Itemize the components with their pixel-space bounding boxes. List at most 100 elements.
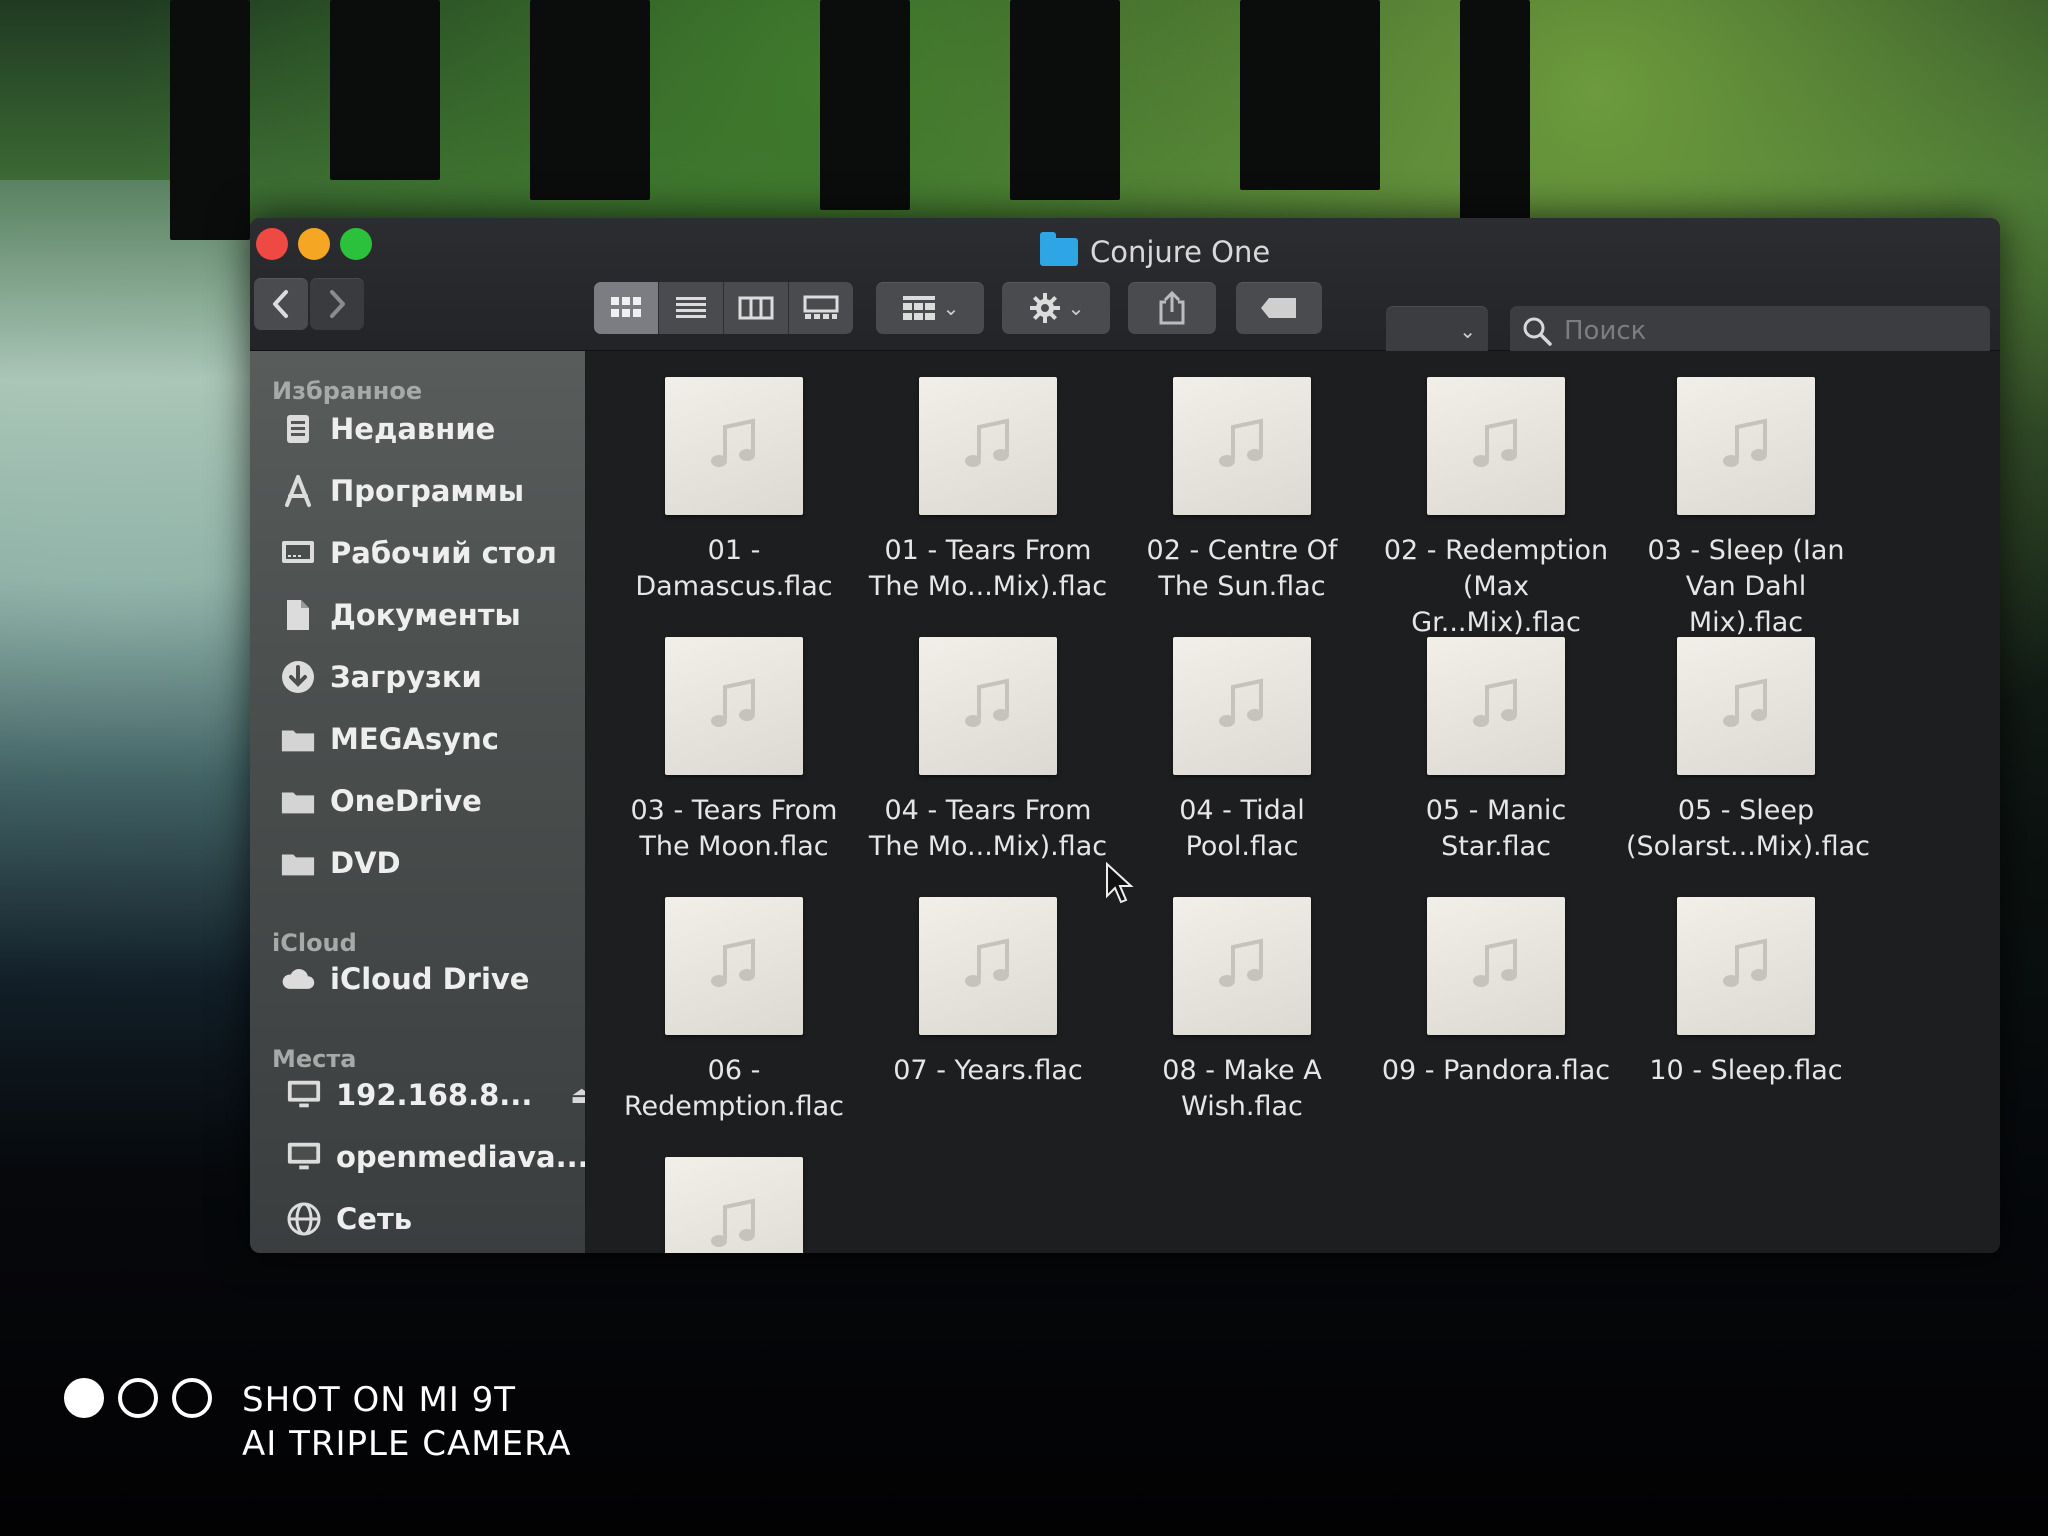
file-item[interactable]: 02 - Centre Of The Sun.flac (1122, 377, 1362, 605)
file-name: 03 - Tears From The Moon.flac (630, 795, 838, 862)
list-icon (676, 297, 706, 318)
audio-file-thumbnail (1427, 637, 1565, 775)
audio-file-thumbnail (1427, 897, 1565, 1035)
sidebar-item-label: DVD (330, 846, 401, 880)
icon-view-button[interactable] (594, 282, 659, 334)
sidebar-item-label: MEGAsync (330, 722, 499, 756)
sidebar-item-label: Недавние (330, 412, 496, 446)
eject-icon[interactable]: ⏏ (570, 1081, 585, 1109)
file-item[interactable]: 09 - Pandora.flac (1376, 897, 1616, 1089)
sidebar-item-server-2[interactable]: openmediava... (286, 1131, 585, 1183)
monitor-icon (286, 1077, 322, 1113)
music-note-icon (1723, 418, 1767, 467)
music-note-icon (1219, 418, 1263, 467)
music-note-icon (965, 418, 1009, 467)
file-item[interactable]: 07 - Years.flac (868, 897, 1108, 1089)
sidebar-item-megasync[interactable]: MEGAsync (280, 713, 499, 765)
file-item[interactable]: 03 - Sleep (Ian Van Dahl Mix).flac (1626, 377, 1866, 641)
file-name: 10 - Sleep.flac (1649, 1055, 1843, 1086)
sort-dropdown[interactable]: ⌄ (1386, 306, 1488, 356)
music-note-icon (711, 1198, 755, 1247)
sidebar-item-label: OneDrive (330, 784, 482, 818)
sidebar-item-onedrive[interactable]: OneDrive (280, 775, 482, 827)
audio-file-thumbnail (1677, 637, 1815, 775)
sidebar-item-label: Рабочий стол (330, 536, 557, 570)
music-note-icon (1219, 938, 1263, 987)
file-item[interactable]: 02 - Redemption (Max Gr...Mix).flac (1376, 377, 1616, 641)
audio-file-thumbnail (919, 637, 1057, 775)
watermark-dot-icon (172, 1378, 212, 1418)
file-item[interactable]: 08 - Make A Wish.flac (1122, 897, 1362, 1125)
sidebar-item-downloads[interactable]: Загрузки (280, 651, 482, 703)
group-grid-icon (902, 296, 935, 320)
share-icon (1159, 290, 1185, 325)
chevron-right-icon (330, 290, 345, 318)
camera-watermark-dots (64, 1378, 212, 1418)
sidebar-item-recents[interactable]: Недавние (280, 403, 495, 455)
mouse-cursor-icon (1106, 862, 1134, 904)
monitor-icon (286, 1139, 322, 1175)
file-item[interactable]: 01 - Tears From The Mo...Mix).flac (868, 377, 1108, 605)
sidebar-item-server-1[interactable]: 192.168.8... ⏏ (286, 1069, 585, 1121)
sidebar-item-label: Документы (330, 598, 521, 632)
music-note-icon (1219, 678, 1263, 727)
audio-file-thumbnail (665, 1157, 803, 1253)
file-item[interactable]: 03 - Tears From The Moon.flac (614, 637, 854, 865)
documents-icon (280, 597, 316, 633)
group-by-button[interactable]: ⌄ (876, 282, 984, 334)
chevron-down-icon: ⌄ (1459, 319, 1476, 343)
wallpaper-logo-bar-3 (530, 0, 650, 200)
file-item[interactable]: 06 - Redemption.flac (614, 897, 854, 1125)
view-mode-control (594, 282, 853, 334)
audio-file-thumbnail (1173, 897, 1311, 1035)
downloads-icon (280, 659, 316, 695)
search-input[interactable] (1562, 315, 1946, 347)
share-button[interactable] (1128, 282, 1216, 334)
tags-button[interactable] (1236, 282, 1322, 334)
list-view-button[interactable] (659, 282, 724, 334)
action-button[interactable]: ⌄ (1002, 282, 1110, 334)
sidebar-item-network[interactable]: Сеть (286, 1193, 412, 1245)
sidebar-item-dvd[interactable]: DVD (280, 837, 401, 889)
cloud-icon (280, 961, 316, 997)
audio-file-thumbnail (1427, 377, 1565, 515)
audio-file-thumbnail (1173, 637, 1311, 775)
back-button[interactable] (254, 278, 308, 330)
file-item[interactable]: 05 - Sleep (Solarst...Mix).flac (1626, 637, 1870, 865)
sidebar-item-icloud-drive[interactable]: iCloud Drive (280, 953, 529, 1005)
tag-icon (1261, 298, 1296, 318)
column-view-button[interactable] (724, 282, 789, 334)
camera-watermark: SHOT ON MI 9T AI TRIPLE CAMERA (242, 1378, 572, 1466)
file-name: 02 - Centre Of The Sun.flac (1146, 535, 1338, 602)
wallpaper-landscape (0, 180, 250, 1180)
sidebar-item-label: Загрузки (330, 660, 482, 694)
sidebar-item-applications[interactable]: Программы (280, 465, 524, 517)
zoom-button[interactable] (340, 228, 372, 260)
file-name: 02 - Redemption (Max Gr...Mix).flac (1383, 535, 1609, 638)
sidebar-item-documents[interactable]: Документы (280, 589, 521, 641)
search-field[interactable] (1510, 306, 1990, 356)
file-item[interactable]: 10 - Sleep.flac (1626, 897, 1866, 1089)
file-item[interactable] (614, 1157, 854, 1253)
network-icon (286, 1201, 322, 1237)
close-button[interactable] (256, 228, 288, 260)
sidebar-item-label: 192.168.8... (336, 1078, 533, 1112)
music-note-icon (711, 678, 755, 727)
folder-icon (1040, 232, 1078, 266)
window-title: Conjure One (1040, 232, 1270, 272)
minimize-button[interactable] (298, 228, 330, 260)
forward-button[interactable] (310, 278, 364, 330)
folder-icon (280, 783, 316, 819)
file-name: 04 - Tidal Pool.flac (1179, 795, 1305, 862)
file-name: 01 - Tears From The Mo...Mix).flac (868, 535, 1108, 602)
sidebar-item-label: Программы (330, 474, 525, 508)
music-note-icon (1473, 678, 1517, 727)
file-name: 09 - Pandora.flac (1381, 1055, 1611, 1086)
sidebar-item-label: openmediava... (336, 1140, 585, 1174)
file-item[interactable]: 01 - Damascus.flac (614, 377, 854, 605)
file-item[interactable]: 04 - Tears From The Mo...Mix).flac (868, 637, 1108, 865)
file-item[interactable]: 05 - Manic Star.flac (1376, 637, 1616, 865)
gallery-view-button[interactable] (789, 282, 853, 334)
file-item[interactable]: 04 - Tidal Pool.flac (1122, 637, 1362, 865)
sidebar-item-desktop[interactable]: Рабочий стол (280, 527, 557, 579)
